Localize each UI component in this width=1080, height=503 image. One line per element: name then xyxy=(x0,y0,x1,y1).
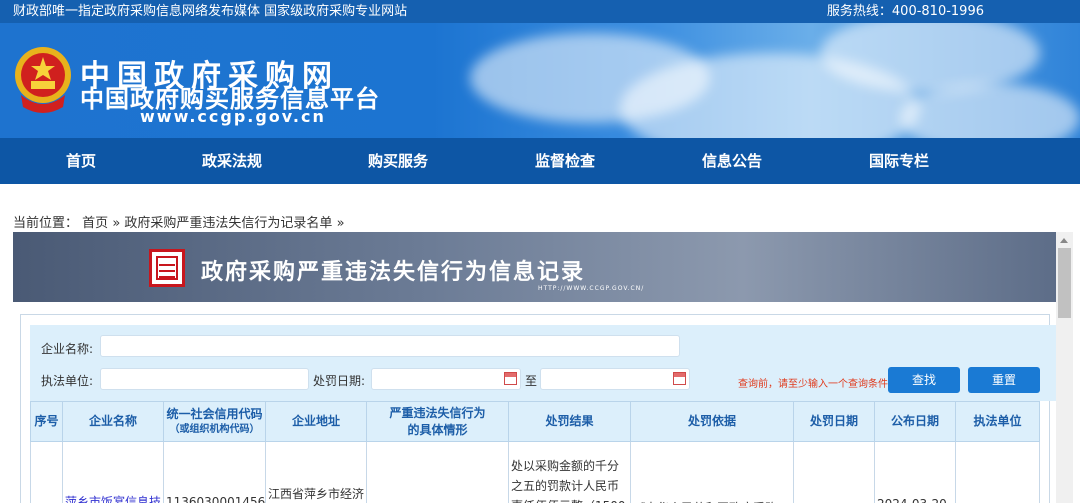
company-name-label: 企业名称: xyxy=(41,342,94,356)
penalty-date-label: 处罚日期: xyxy=(313,374,366,388)
cell-company-link[interactable]: 萍乡市饭宴信息技 xyxy=(62,441,164,503)
breadcrumb-separator: » xyxy=(112,216,121,231)
breadcrumb-home-link[interactable]: 首页 xyxy=(82,216,108,231)
nav-item-purchase-services[interactable]: 购买服务 xyxy=(368,138,428,184)
service-hotline: 服务热线：400-810-1996 xyxy=(826,4,984,19)
date-to-label: 至 xyxy=(525,374,538,388)
seal-icon xyxy=(149,249,185,287)
nav-item-announcements[interactable]: 信息公告 xyxy=(702,138,762,184)
column-header: 执法单位 xyxy=(955,401,1040,442)
nav-item-international[interactable]: 国际专栏 xyxy=(869,138,929,184)
column-header: 处罚依据 xyxy=(630,401,794,442)
site-banner: 中国政府采购网 中国政府购买服务信息平台 www.ccgp.gov.cn xyxy=(0,23,1080,138)
cell-basis: 《中华人民共和国政府采购 xyxy=(630,441,794,503)
column-header: 处罚日期 xyxy=(793,401,875,442)
cell-credit-code: 11360300014563 xyxy=(163,441,266,503)
column-header: 公布日期 xyxy=(874,401,956,442)
table-row: 萍乡市饭宴信息技 11360300014563 江西省萍乡市经济 处以采购金额的… xyxy=(30,441,1040,503)
column-header: 企业名称 xyxy=(62,401,164,442)
column-header: 统一社会信用代码 （或组织机构代码） xyxy=(163,401,266,442)
cell-index xyxy=(30,441,63,503)
enforcement-agency-label: 执法单位: xyxy=(41,374,94,388)
calendar-icon[interactable] xyxy=(504,372,517,385)
cell-address: 江西省萍乡市经济 xyxy=(265,441,367,503)
site-slogan: 财政部唯一指定政府采购信息网络发布媒体 国家级政府采购专业网站 xyxy=(13,4,408,19)
query-hint: 查询前，请至少输入一个查询条件 xyxy=(738,379,888,390)
enforcement-agency-input[interactable] xyxy=(100,368,309,390)
vertical-scrollbar[interactable] xyxy=(1056,232,1073,503)
cell-publish-date: 2024-03-20 xyxy=(874,441,956,503)
cell-penalty-date xyxy=(793,441,875,503)
scroll-up-icon[interactable] xyxy=(1060,238,1068,243)
nav-item-home[interactable]: 首页 xyxy=(66,138,96,184)
reset-button[interactable]: 重置 xyxy=(968,367,1040,393)
national-emblem-icon xyxy=(15,47,71,113)
record-header-banner: 政府采购严重违法失信行为信息记录 HTTP://WWW.CCGP.GOV.CN/ xyxy=(13,232,1056,302)
date-to-input[interactable] xyxy=(540,368,690,390)
breadcrumb-prefix: 当前位置： xyxy=(13,216,79,231)
breadcrumb-separator: » xyxy=(336,216,345,231)
cell-agency xyxy=(955,441,1040,503)
breadcrumb-section-link[interactable]: 政府采购严重违法失信行为记录名单 xyxy=(124,216,332,231)
nav-item-regulations[interactable]: 政采法规 xyxy=(202,138,262,184)
calendar-icon[interactable] xyxy=(673,372,686,385)
results-table: 序号 企业名称 统一社会信用代码 （或组织机构代码） 企业地址 严重违法失信行为的… xyxy=(30,401,1040,503)
date-from-input[interactable] xyxy=(371,368,521,390)
company-name-input[interactable] xyxy=(100,335,680,357)
column-header: 严重违法失信行为 的具体情形 xyxy=(366,401,509,442)
cell-situation xyxy=(366,441,509,503)
search-button[interactable]: 查找 xyxy=(888,367,960,393)
column-header: 序号 xyxy=(30,401,63,442)
cell-result: 处以采购金额的千分之五的罚款计人民币壹仟伍佰元整（1500 xyxy=(508,441,631,503)
scrollbar-thumb[interactable] xyxy=(1058,248,1071,318)
site-url: www.ccgp.gov.cn xyxy=(140,107,326,126)
main-nav: 首页 政采法规 购买服务 监督检查 信息公告 国际专栏 xyxy=(0,138,1080,184)
column-header: 处罚结果 xyxy=(508,401,631,442)
record-header-title: 政府采购严重违法失信行为信息记录 xyxy=(201,260,586,285)
top-info-bar: 财政部唯一指定政府采购信息网络发布媒体 国家级政府采购专业网站 服务热线：400… xyxy=(0,0,1080,23)
table-header-row: 序号 企业名称 统一社会信用代码 （或组织机构代码） 企业地址 严重违法失信行为的… xyxy=(30,401,1040,442)
column-header: 企业地址 xyxy=(265,401,367,442)
nav-item-supervision[interactable]: 监督检查 xyxy=(535,138,595,184)
breadcrumb: 当前位置： 首页 » 政府采购严重违法失信行为记录名单 » xyxy=(13,212,345,231)
record-header-url: HTTP://WWW.CCGP.GOV.CN/ xyxy=(538,285,645,292)
